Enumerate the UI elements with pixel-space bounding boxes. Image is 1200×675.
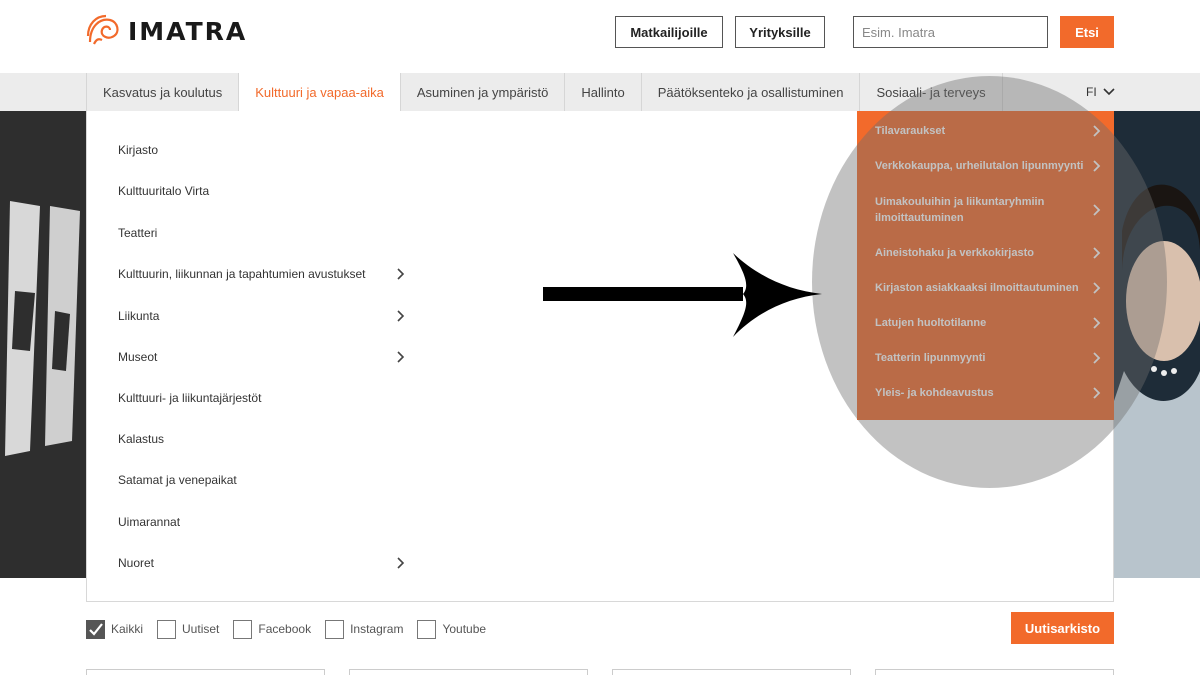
language-selector[interactable]: FI (1086, 73, 1115, 111)
chevron-right-icon (1093, 352, 1101, 364)
chevron-down-icon (1103, 88, 1115, 96)
menu-item-youth[interactable]: Nuoret (118, 551, 408, 575)
checkbox-facebook[interactable] (233, 619, 253, 639)
filter-youtube[interactable]: Youtube (417, 619, 487, 639)
menu-item-organizations[interactable]: Kulttuuri- ja liikuntajärjestöt (118, 386, 408, 410)
chevron-right-icon (1093, 125, 1101, 137)
tourists-button[interactable]: Matkailijoille (615, 16, 723, 48)
main-nav: Kasvatus ja koulutus Kulttuuri ja vapaa-… (0, 73, 1200, 111)
tab-culture-leisure[interactable]: Kulttuuri ja vapaa-aika (238, 73, 400, 111)
menu-item-theatre[interactable]: Teatteri (118, 221, 408, 245)
filter-label: Kaikki (111, 622, 144, 636)
menu-item-label: Nuoret (118, 556, 155, 570)
filter-label: Youtube (442, 622, 487, 636)
menu-item-label: Uimarannat (118, 515, 181, 529)
quick-link-label: Kirjaston asiakkaaksi ilmoittautuminen (875, 282, 1079, 294)
feed-filters: Kaikki Uutiset Facebook Instagram Youtub… (86, 618, 500, 640)
chevron-right-icon (394, 309, 408, 323)
tab-administration[interactable]: Hallinto (564, 73, 640, 111)
menu-item-label: Kalastus (118, 432, 165, 446)
chevron-right-icon (1093, 317, 1101, 329)
menu-item-beaches[interactable]: Uimarannat (118, 510, 408, 534)
quick-link-label: Tilavaraukset (875, 125, 946, 137)
hero-image-right (1114, 111, 1200, 578)
search-button[interactable]: Etsi (1060, 16, 1114, 48)
quick-link-library-search[interactable]: Aineistohaku ja verkkokirjasto (875, 245, 1101, 261)
quick-link-ski-tracks[interactable]: Latujen huoltotilanne (875, 315, 1101, 331)
checkbox-news[interactable] (157, 619, 177, 639)
quick-link-webshop[interactable]: Verkkokauppa, urheilutalon lipunmyynti (875, 158, 1101, 174)
filter-label: Instagram (350, 622, 404, 636)
site-header: IMATRA Matkailijoille Yrityksille Etsi (0, 0, 1200, 73)
arrow-right-icon (543, 253, 822, 337)
chevron-right-icon (1093, 387, 1101, 399)
quick-link-label: Verkkokauppa, urheilutalon lipunmyynti (875, 160, 1084, 172)
quick-link-label: Uimakouluihin ja liikuntaryhmiin ilmoitt… (875, 196, 1045, 224)
menu-item-library[interactable]: Kirjasto (118, 138, 408, 162)
menu-item-label: Liikunta (118, 309, 160, 323)
chevron-right-icon (1093, 204, 1101, 216)
chevron-right-icon (1093, 282, 1101, 294)
checkbox-youtube[interactable] (417, 619, 437, 639)
logo-swirl-icon (86, 14, 119, 45)
filter-all[interactable]: Kaikki (86, 619, 144, 639)
menu-item-label: Satamat ja venepaikat (118, 473, 237, 487)
menu-item-label: Teatteri (118, 226, 158, 240)
hero-image-left (0, 111, 86, 578)
menu-item-fishing[interactable]: Kalastus (118, 427, 408, 451)
menu-item-label: Kirjasto (118, 143, 159, 157)
menu-item-label: Kulttuurin, liikunnan ja tapahtumien avu… (118, 267, 366, 281)
news-card[interactable] (875, 669, 1114, 675)
menu-item-harbours[interactable]: Satamat ja venepaikat (118, 468, 408, 492)
quick-link-grants[interactable]: Yleis- ja kohdeavustus (875, 385, 1101, 401)
logo[interactable]: IMATRA (86, 14, 247, 48)
quick-link-library-registration[interactable]: Kirjaston asiakkaaksi ilmoittautuminen (875, 280, 1101, 296)
tab-decision-making[interactable]: Päätöksenteko ja osallistuminen (640, 73, 860, 111)
quick-links-panel: Tilavaraukset Verkkokauppa, urheilutalon… (857, 111, 1114, 420)
quick-link-label: Teatterin lipunmyynti (875, 352, 986, 364)
checkmark-icon (89, 622, 103, 636)
search-input[interactable] (853, 16, 1048, 48)
chevron-right-icon (394, 267, 408, 281)
filter-facebook[interactable]: Facebook (233, 619, 312, 639)
quick-link-label: Yleis- ja kohdeavustus (875, 387, 994, 399)
quick-link-label: Aineistohaku ja verkkokirjasto (875, 247, 1034, 259)
filter-label: Facebook (258, 622, 312, 636)
news-card[interactable] (612, 669, 851, 675)
chevron-right-icon (394, 556, 408, 570)
news-card[interactable] (86, 669, 325, 675)
menu-item-museums[interactable]: Museot (118, 345, 408, 369)
menu-item-label: Kulttuuritalo Virta (118, 184, 210, 198)
checkbox-all[interactable] (86, 619, 105, 639)
checkbox-instagram[interactable] (325, 619, 345, 639)
logo-text: IMATRA (128, 16, 248, 46)
page: IMATRA Matkailijoille Yrityksille Etsi K… (0, 0, 1200, 675)
quick-link-swim-school[interactable]: Uimakouluihin ja liikuntaryhmiin ilmoitt… (875, 194, 1101, 226)
tab-housing-environment[interactable]: Asuminen ja ympäristö (399, 73, 565, 111)
news-card[interactable] (349, 669, 588, 675)
quick-link-theatre-tickets[interactable]: Teatterin lipunmyynti (875, 350, 1101, 366)
filter-news[interactable]: Uutiset (157, 619, 220, 639)
menu-item-label: Kulttuuri- ja liikuntajärjestöt (118, 391, 262, 405)
filter-label: Uutiset (182, 622, 220, 636)
quick-link-space-booking[interactable]: Tilavaraukset (875, 123, 1101, 139)
menu-item-grants[interactable]: Kulttuurin, liikunnan ja tapahtumien avu… (118, 262, 408, 286)
companies-button[interactable]: Yrityksille (735, 16, 825, 48)
chevron-right-icon (1093, 160, 1101, 172)
chevron-right-icon (394, 350, 408, 364)
chevron-right-icon (1093, 247, 1101, 259)
menu-item-sports[interactable]: Liikunta (118, 304, 408, 328)
menu-item-label: Museot (118, 350, 158, 364)
tab-education[interactable]: Kasvatus ja koulutus (86, 73, 238, 111)
tab-social-health[interactable]: Sosiaali- ja terveys (859, 73, 1003, 111)
quick-link-label: Latujen huoltotilanne (875, 317, 987, 329)
menu-item-virta[interactable]: Kulttuuritalo Virta (118, 179, 408, 203)
news-archive-button[interactable]: Uutisarkisto (1011, 612, 1114, 644)
filter-instagram[interactable]: Instagram (325, 619, 404, 639)
language-label: FI (1086, 85, 1097, 99)
